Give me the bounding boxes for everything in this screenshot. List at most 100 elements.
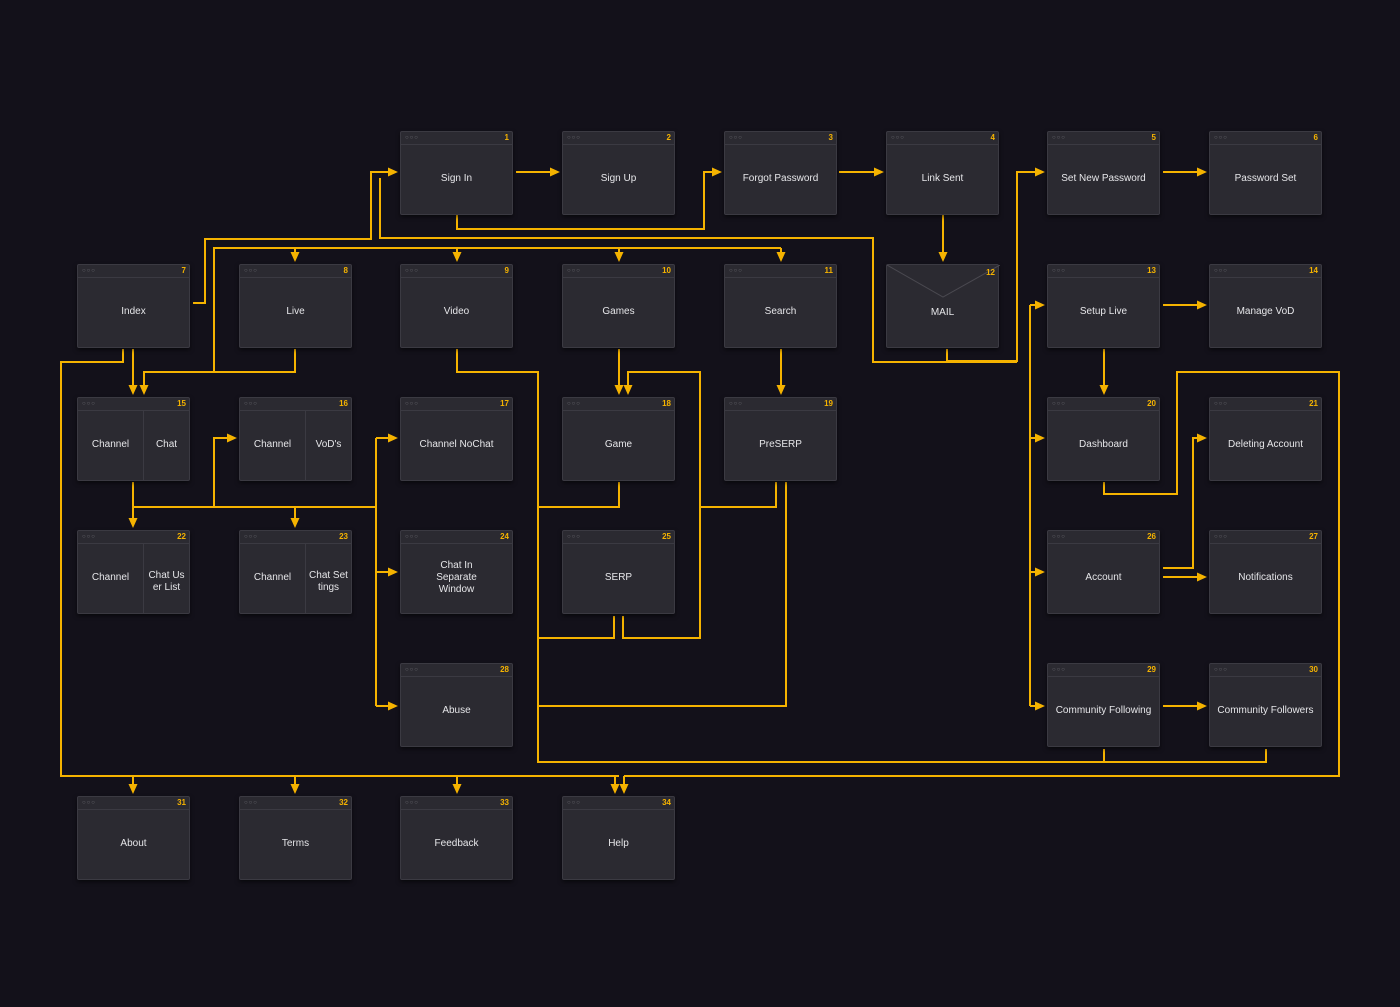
arrowhead-icon [290,252,300,262]
window-dots-icon: ○○○ [729,401,743,407]
screen-label: SERP [604,572,633,583]
screen-card-12[interactable]: 12 MAIL [886,264,1000,348]
screen-number: 14 [1309,266,1318,275]
screen-label: About [120,838,147,849]
arrowhead-icon [614,385,624,395]
wire-to-16 [213,437,234,507]
screen-card-4[interactable]: ○○○ 4 Link Sent [886,131,999,215]
screen-label: Channel [91,572,130,583]
window-dots-icon: ○○○ [567,401,581,407]
screen-card-17[interactable]: ○○○ 17 Channel NoChat [400,397,513,481]
screen-card-11[interactable]: ○○○ 11 Search [724,264,837,348]
screen-number: 33 [500,798,509,807]
screen-card-1[interactable]: ○○○ 1 Sign In [400,131,513,215]
screen-card-18[interactable]: ○○○ 18 Game [562,397,675,481]
screen-card-20[interactable]: ○○○ 20 Dashboard [1047,397,1160,481]
screen-card-22[interactable]: ○○○ 22 Channel Chat User List [77,530,190,614]
window-dots-icon: ○○○ [567,268,581,274]
screen-number: 26 [1147,532,1156,541]
screen-card-3[interactable]: ○○○ 3 Forgot Password [724,131,837,215]
screen-number: 23 [339,532,348,541]
screen-number: 19 [824,399,833,408]
screen-number: 24 [500,532,509,541]
window-dots-icon: ○○○ [729,268,743,274]
screen-number: 28 [500,665,509,674]
screen-card-31[interactable]: ○○○ 31 About [77,796,190,880]
screen-card-13[interactable]: ○○○ 13 Setup Live [1047,264,1160,348]
arrowhead-icon [388,433,398,443]
arrowhead-icon [1197,300,1207,310]
screen-label: Abuse [442,705,471,716]
wire-serp-bus [538,616,615,639]
screen-card-5[interactable]: ○○○ 5 Set New Password [1047,131,1160,215]
screen-card-21[interactable]: ○○○ 21 Deleting Account [1209,397,1322,481]
screen-card-14[interactable]: ○○○ 14 Manage VoD [1209,264,1322,348]
window-dots-icon: ○○○ [1214,135,1228,141]
window-dots-icon: ○○○ [82,800,96,806]
screen-card-27[interactable]: ○○○ 27 Notifications [1209,530,1322,614]
arrowhead-icon [874,167,884,177]
window-dots-icon: ○○○ [567,135,581,141]
window-dots-icon: ○○○ [244,401,258,407]
screen-card-32[interactable]: ○○○ 32 Terms [239,796,352,880]
screen-label: Dashboard [1079,439,1128,450]
screen-card-15[interactable]: ○○○ 15 Channel Chat [77,397,190,481]
screen-label: Search [764,306,797,317]
screen-number: 11 [824,266,833,275]
screen-label: Feedback [434,838,479,849]
window-dots-icon: ○○○ [82,401,96,407]
connector-lines [60,167,1340,794]
screen-card-19[interactable]: ○○○ 19 PreSERP [724,397,837,481]
screen-card-28[interactable]: ○○○ 28 Abuse [400,663,513,747]
wire-game-bus [538,482,620,508]
screen-card-10[interactable]: ○○○ 10 Games [562,264,675,348]
window-dots-icon: ○○○ [1052,268,1066,274]
arrowhead-icon [1197,701,1207,711]
screen-number: 31 [177,798,186,807]
screen-label: PreSERP [759,439,802,450]
arrowhead-icon [1035,567,1045,577]
screen-card-25[interactable]: ○○○ 25 SERP [562,530,675,614]
screen-card-23[interactable]: ○○○ 23 Channel Chat Settings [239,530,352,614]
screen-card-24[interactable]: ○○○ 24 Chat In Separate Window [400,530,513,614]
screen-card-7[interactable]: ○○○ 7 Index [77,264,190,348]
window-dots-icon: ○○○ [405,667,419,673]
screen-label: Chat In Separate Window [436,560,477,595]
window-dots-icon: ○○○ [244,268,258,274]
screen-number: 18 [662,399,671,408]
arrowhead-icon [139,385,149,395]
screen-card-26[interactable]: ○○○ 26 Account [1047,530,1160,614]
screen-card-6[interactable]: ○○○ 6 Password Set [1209,131,1322,215]
window-dots-icon: ○○○ [1052,401,1066,407]
screen-label: Game [604,439,633,450]
arrowhead-icon [623,385,633,395]
screen-number: 5 [1151,133,1156,142]
screen-label: Account [1085,572,1122,583]
screen-card-29[interactable]: ○○○ 29 Community Following [1047,663,1160,747]
screen-card-34[interactable]: ○○○ 34 Help [562,796,675,880]
screen-number: 4 [990,133,995,142]
screen-card-8[interactable]: ○○○ 8 Live [239,264,352,348]
screen-card-16[interactable]: ○○○ 16 Channel VoD's [239,397,352,481]
screen-number: 9 [504,266,509,275]
screen-card-30[interactable]: ○○○ 30 Community Followers [1209,663,1322,747]
screen-card-33[interactable]: ○○○ 33 Feedback [400,796,513,880]
screen-number: 6 [1313,133,1318,142]
screen-label: Channel NoChat [419,439,494,450]
screen-number: 21 [1309,399,1318,408]
screen-number: 20 [1147,399,1156,408]
arrowhead-icon [619,784,629,794]
arrowhead-icon [388,701,398,711]
screen-number: 1 [504,133,509,142]
screen-card-9[interactable]: ○○○ 9 Video [400,264,513,348]
screen-number: 2 [666,133,671,142]
screen-card-2[interactable]: ○○○ 2 Sign Up [562,131,675,215]
screen-sublabel: Chat [143,410,189,480]
window-dots-icon: ○○○ [1214,667,1228,673]
wire-channel-row [132,482,376,508]
window-dots-icon: ○○○ [1214,401,1228,407]
screen-label: Set New Password [1061,173,1146,184]
window-dots-icon: ○○○ [1052,534,1066,540]
window-dots-icon: ○○○ [244,800,258,806]
window-dots-icon: ○○○ [405,135,419,141]
